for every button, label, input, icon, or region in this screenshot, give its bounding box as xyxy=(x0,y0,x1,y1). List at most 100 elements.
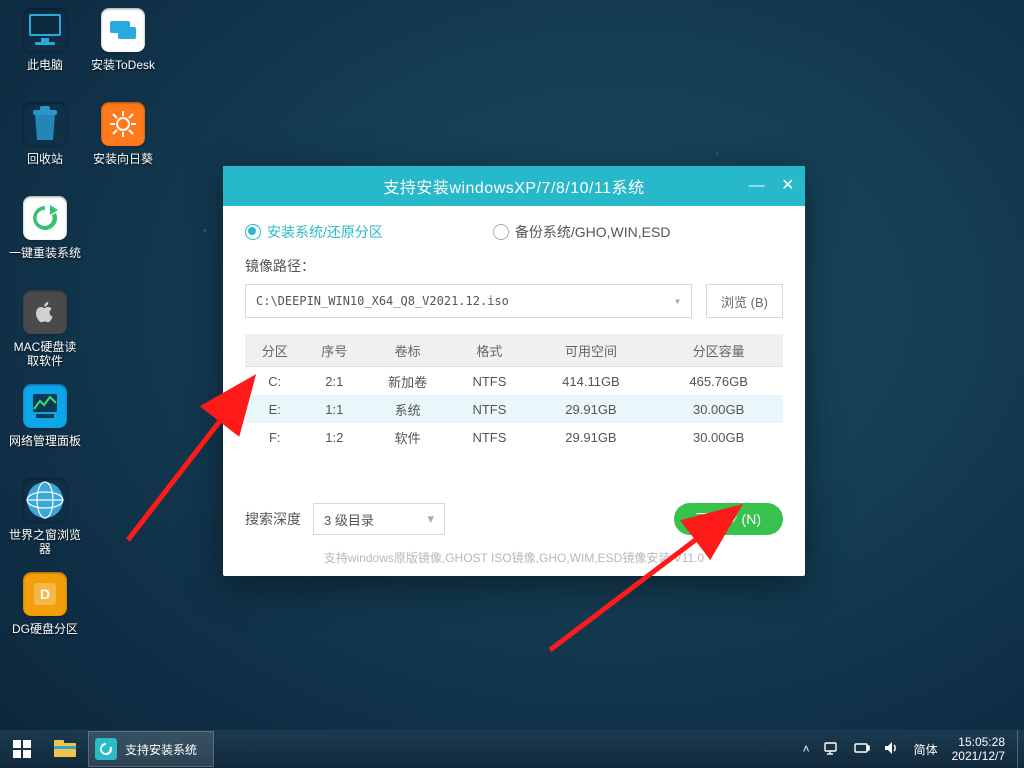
table-row[interactable]: E:1:1系统NTFS29.91GB30.00GB xyxy=(245,395,783,423)
icon-recycle-bin[interactable]: 回收站 xyxy=(8,98,82,192)
cell-label: 软件 xyxy=(364,423,451,451)
icon-label: 一键重装系统 xyxy=(9,246,81,260)
chevron-down-icon: ▾ xyxy=(427,511,434,527)
reinstall-icon xyxy=(23,196,67,240)
depth-label: 搜索深度 xyxy=(245,509,301,529)
radio-unchecked-icon xyxy=(493,224,509,240)
icon-label: 回收站 xyxy=(27,152,63,166)
taskbar-explorer-icon[interactable] xyxy=(44,730,86,768)
monitor-icon xyxy=(23,8,67,52)
show-desktop-button[interactable] xyxy=(1017,730,1024,768)
mode-label: 安装系统/还原分区 xyxy=(267,222,383,242)
apple-icon xyxy=(23,290,67,334)
desktop-icons-col1: 此电脑 回收站 一键重装系统 MAC硬盘读取软件 网络管理面板 xyxy=(8,4,82,662)
icon-this-pc[interactable]: 此电脑 xyxy=(8,4,82,98)
table-row[interactable]: F:1:2软件NTFS29.91GB30.00GB xyxy=(245,423,783,451)
depth-value: 3 级目录 xyxy=(324,510,374,529)
task-mini-icon xyxy=(95,738,117,760)
cell-fs: NTFS xyxy=(451,423,527,451)
footer-controls: 搜索深度 3 级目录 ▾ 下一步 (N) xyxy=(245,503,783,535)
tray-date: 2021/12/7 xyxy=(952,749,1005,763)
cell-idx: 1:2 xyxy=(305,423,365,451)
image-path-combo[interactable]: C:\DEEPIN_WIN10_X64_Q8_V2021.12.iso ▾ xyxy=(245,284,692,318)
task-label: 支持安装系统 xyxy=(125,741,197,758)
cell-free: 29.91GB xyxy=(528,423,655,451)
cell-free: 414.11GB xyxy=(528,367,655,396)
tray-clock[interactable]: 15:05:28 2021/12/7 xyxy=(952,735,1005,763)
cell-label: 新加卷 xyxy=(364,367,451,396)
depth-select[interactable]: 3 级目录 ▾ xyxy=(313,503,445,535)
image-path-value: C:\DEEPIN_WIN10_X64_Q8_V2021.12.iso xyxy=(256,294,509,308)
icon-label: DG硬盘分区 xyxy=(12,622,78,636)
cell-free: 29.91GB xyxy=(528,395,655,423)
col-capacity: 分区容量 xyxy=(654,334,783,367)
window-controls: — ✕ xyxy=(749,166,795,206)
mode-install[interactable]: 安装系统/还原分区 xyxy=(245,222,383,242)
cell-fs: NTFS xyxy=(451,395,527,423)
desktop: 此电脑 回收站 一键重装系统 MAC硬盘读取软件 网络管理面板 xyxy=(0,0,1024,768)
close-button[interactable]: ✕ xyxy=(781,178,795,194)
minimize-button[interactable]: — xyxy=(749,178,766,194)
trash-icon xyxy=(23,102,67,146)
path-row: C:\DEEPIN_WIN10_X64_Q8_V2021.12.iso ▾ 浏览… xyxy=(245,284,783,318)
mode-backup[interactable]: 备份系统/GHO,WIN,ESD xyxy=(493,222,671,242)
tray-battery-icon[interactable] xyxy=(854,742,870,757)
tray-volume-icon[interactable] xyxy=(884,741,900,758)
col-index: 序号 xyxy=(305,334,365,367)
cell-part: F: xyxy=(245,423,305,451)
cell-cap: 465.76GB xyxy=(654,367,783,396)
icon-reinstall-system[interactable]: 一键重装系统 xyxy=(8,192,82,286)
cell-cap: 30.00GB xyxy=(654,423,783,451)
path-label: 镜像路径： xyxy=(245,256,783,276)
svg-text:D: D xyxy=(40,586,50,602)
taskbar-task-installer[interactable]: 支持安装系统 xyxy=(88,731,214,767)
radio-checked-icon xyxy=(245,224,261,240)
cell-idx: 1:1 xyxy=(305,395,365,423)
icon-label: 此电脑 xyxy=(27,58,63,72)
network-icon xyxy=(23,384,67,428)
cell-part: C: xyxy=(245,367,305,396)
icon-label: 安装向日葵 xyxy=(93,152,153,166)
tray-network-icon[interactable] xyxy=(824,741,840,758)
icon-label: 安装ToDesk xyxy=(91,58,155,72)
window-titlebar[interactable]: 支持安装windowsXP/7/8/10/11系统 — ✕ xyxy=(223,166,805,206)
desktop-icons-col2: 安装ToDesk 安装向日葵 xyxy=(86,4,160,192)
next-button[interactable]: 下一步 (N) xyxy=(674,503,783,535)
col-label: 卷标 xyxy=(364,334,451,367)
icon-label: 网络管理面板 xyxy=(9,434,81,448)
table-row[interactable]: C:2:1新加卷NTFS414.11GB465.76GB xyxy=(245,367,783,396)
icon-sunflower[interactable]: 安装向日葵 xyxy=(86,98,160,192)
mode-label: 备份系统/GHO,WIN,ESD xyxy=(515,222,671,242)
tray-chevron-up-icon[interactable]: ˄ xyxy=(803,742,810,756)
disk-icon: D xyxy=(23,572,67,616)
tray-time: 15:05:28 xyxy=(952,735,1005,749)
system-tray: ˄ 简体 15:05:28 2021/12/7 xyxy=(803,735,1017,763)
cell-part: E: xyxy=(245,395,305,423)
col-free: 可用空间 xyxy=(528,334,655,367)
icon-label: 世界之窗浏览器 xyxy=(8,528,82,556)
window-title: 支持安装windowsXP/7/8/10/11系统 xyxy=(383,174,644,198)
cell-cap: 30.00GB xyxy=(654,395,783,423)
sunflower-icon xyxy=(101,102,145,146)
icon-label: MAC硬盘读取软件 xyxy=(8,340,82,368)
start-button[interactable] xyxy=(0,730,44,768)
icon-dg-partition[interactable]: D DG硬盘分区 xyxy=(8,568,82,662)
todesk-icon xyxy=(101,8,145,52)
icon-world-browser[interactable]: 世界之窗浏览器 xyxy=(8,474,82,568)
mode-switch: 安装系统/还原分区 备份系统/GHO,WIN,ESD xyxy=(245,222,783,242)
support-line: 支持windows原版镜像,GHOST ISO镜像,GHO,WIM,ESD镜像安… xyxy=(245,549,783,566)
globe-icon xyxy=(23,478,67,522)
browse-button[interactable]: 浏览 (B) xyxy=(706,284,783,318)
partition-table: 分区 序号 卷标 格式 可用空间 分区容量 C:2:1新加卷NTFS414.11… xyxy=(245,334,783,451)
tray-ime-indicator[interactable]: 简体 xyxy=(914,741,938,758)
icon-mac-disk-reader[interactable]: MAC硬盘读取软件 xyxy=(8,286,82,380)
table-header-row: 分区 序号 卷标 格式 可用空间 分区容量 xyxy=(245,334,783,367)
cell-idx: 2:1 xyxy=(305,367,365,396)
chevron-down-icon: ▾ xyxy=(674,294,681,308)
cell-fs: NTFS xyxy=(451,367,527,396)
icon-network-panel[interactable]: 网络管理面板 xyxy=(8,380,82,474)
col-partition: 分区 xyxy=(245,334,305,367)
icon-todesk[interactable]: 安装ToDesk xyxy=(86,4,160,98)
cell-label: 系统 xyxy=(364,395,451,423)
col-fs: 格式 xyxy=(451,334,527,367)
